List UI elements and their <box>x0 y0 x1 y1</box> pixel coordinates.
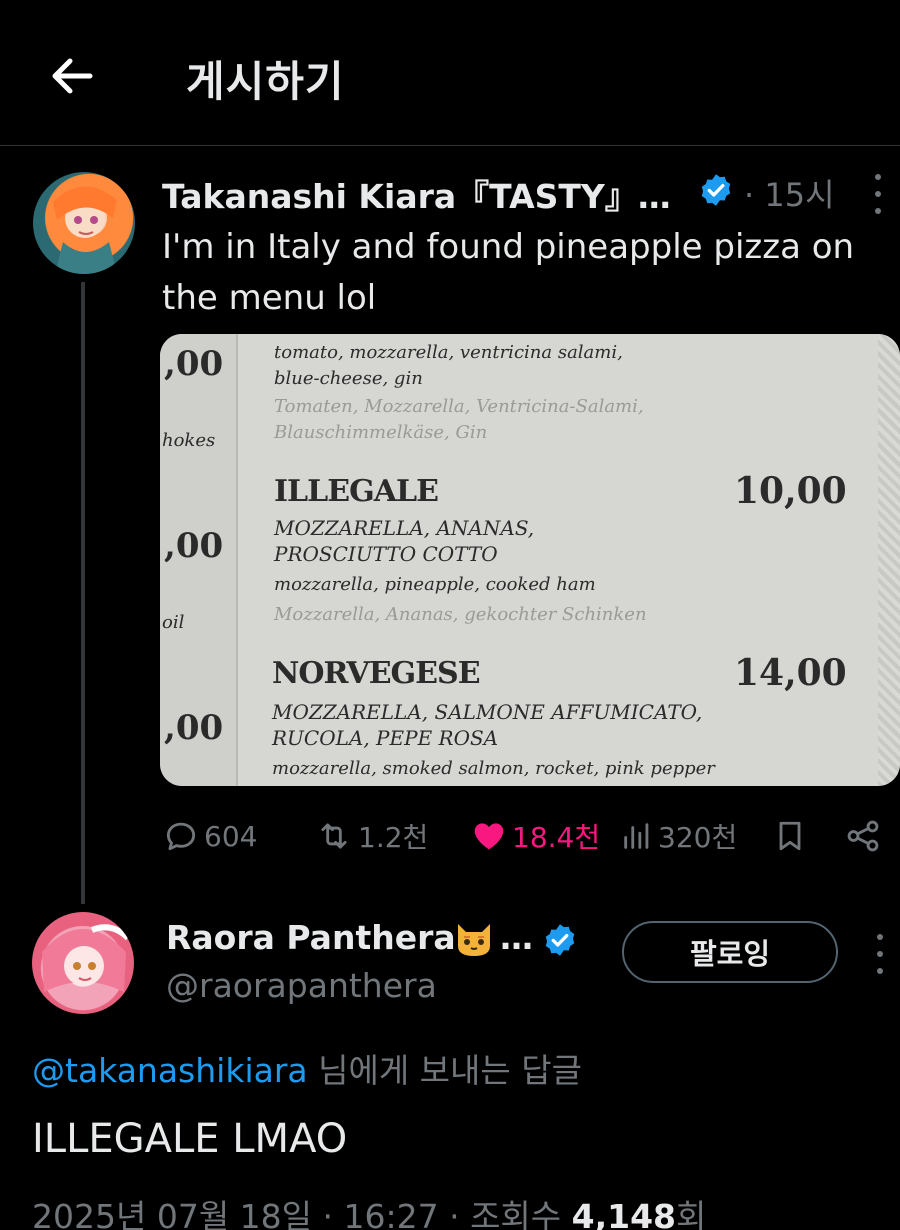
author-name[interactable]: Takanashi Kiara『TASTY』… <box>162 170 671 218</box>
menu-desc-german: Tomaten, Mozzarella, Ventricina-Salami, <box>274 396 644 417</box>
post-text: I'm in Italy and found pineapple pizza o… <box>162 227 855 318</box>
share-icon <box>847 820 879 852</box>
menu-item-name: NORVEGESE <box>272 656 481 691</box>
repost-button[interactable]: 1.2천 <box>314 814 428 858</box>
avatar-raora-panthera[interactable] <box>32 912 134 1014</box>
menu-desc-italian: PROSCIUTTO COTTO <box>274 542 498 566</box>
back-button[interactable] <box>46 50 98 102</box>
menu-item-name: ILLEGALE <box>274 474 439 509</box>
menu-left-text: hokes <box>162 430 216 451</box>
post-view-count: 4,148 <box>571 1197 677 1230</box>
page-title: 게시하기 <box>186 57 345 106</box>
view-count: 320천 <box>658 821 738 854</box>
post-meta: 2025년 07월 18일 · 16:27 · 조회수 4,148회 <box>32 1190 706 1230</box>
menu-desc: mozzarella, pineapple, cooked ham <box>274 574 596 595</box>
post-image-menu[interactable]: ,00 hokes ,00 oil ,00 tomato, mozzarella… <box>160 334 900 786</box>
views-button[interactable]: 320천 <box>620 814 737 858</box>
menu-left-text: oil <box>162 612 185 633</box>
post-view-unit: 회 <box>676 1197 707 1230</box>
verified-badge-icon <box>698 172 734 208</box>
more-options-button[interactable] <box>866 174 890 214</box>
menu-desc: blue-cheese, gin <box>274 368 423 389</box>
reply-more-options-button[interactable] <box>868 934 892 974</box>
verified-badge-icon <box>542 922 578 958</box>
arrow-left-icon <box>52 58 93 94</box>
repost-icon <box>321 823 347 849</box>
share-button[interactable] <box>844 814 882 858</box>
replying-to-text: 님에게 보내는 답글 <box>307 1051 582 1090</box>
menu-desc-german: Mozzarella, Ananas, gekochter Schinken <box>274 604 647 625</box>
menu-page-edge <box>878 334 900 786</box>
avatar-takanashi-kiara[interactable] <box>33 172 135 274</box>
top-bar: 게시하기 <box>0 0 900 146</box>
heart-filled-icon <box>474 823 504 850</box>
cat-face-icon <box>452 918 500 958</box>
following-button[interactable]: 팔로잉 <box>622 921 838 983</box>
reply-text: ILLEGALE LMAO <box>32 1116 348 1162</box>
menu-desc-italian: RUCOLA, PEPE ROSA <box>272 726 499 750</box>
replying-to-line: @takanashikiara 님에게 보내는 답글 <box>32 1044 582 1092</box>
menu-desc-italian: MOZZARELLA, SALMONE AFFUMICATO, <box>272 700 703 724</box>
menu-left-price: ,00 <box>164 344 224 384</box>
menu-desc: tomato, mozzarella, ventricina salami, <box>274 342 623 363</box>
menu-item-price: 10,00 <box>734 470 847 512</box>
reply-author-handle[interactable]: @raorapanthera <box>166 966 437 1005</box>
bookmark-button[interactable] <box>772 814 808 858</box>
menu-item-price: 14,00 <box>734 652 847 694</box>
repost-count: 1.2천 <box>358 821 429 854</box>
post-date[interactable]: 2025년 07월 18일 · 16:27 · 조회수 <box>32 1197 572 1230</box>
post-action-bar: 604 1.2천 18.4천 320천 <box>160 808 900 864</box>
analytics-icon <box>624 823 649 849</box>
menu-desc-german: Blauschimmelkäse, Gin <box>274 422 488 443</box>
post-time[interactable]: · 15시 <box>744 170 835 216</box>
bookmark-icon <box>779 821 801 851</box>
reply-button[interactable]: 604 <box>162 814 257 858</box>
menu-desc: mozzarella, smoked salmon, rocket, pink … <box>272 758 715 779</box>
like-button[interactable]: 18.4천 <box>470 814 600 858</box>
reply-icon <box>166 822 196 851</box>
menu-left-column: ,00 hokes ,00 oil ,00 <box>160 334 238 786</box>
name-ellipsis: … <box>500 918 533 957</box>
menu-left-price: ,00 <box>164 526 224 566</box>
menu-left-price: ,00 <box>164 708 224 748</box>
reply-count: 604 <box>204 819 258 853</box>
menu-desc-italian: MOZZARELLA, ANANAS, <box>274 516 535 540</box>
mention-link[interactable]: @takanashikiara <box>32 1051 308 1090</box>
thread-connector <box>81 282 85 904</box>
reply-author-name[interactable]: Raora Panthera <box>166 918 456 957</box>
like-count: 18.4천 <box>512 821 601 854</box>
